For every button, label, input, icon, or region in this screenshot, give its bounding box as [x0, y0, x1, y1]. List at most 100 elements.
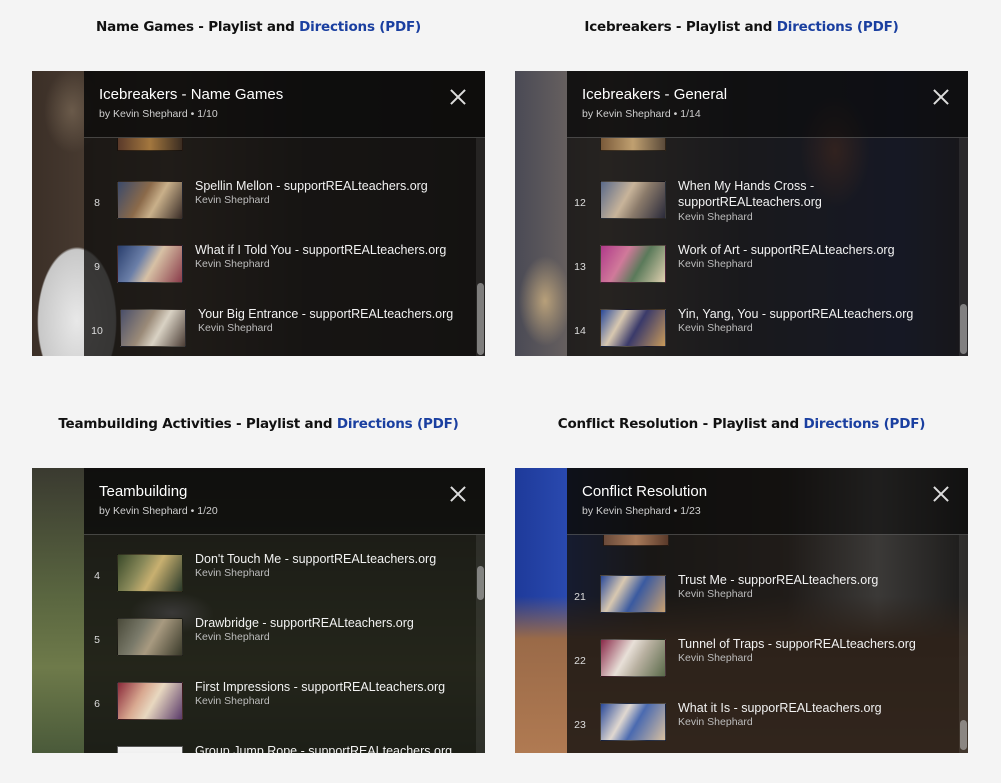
video-title[interactable]: What it Is - supporREALteachers.org [678, 700, 958, 716]
video-author: Kevin Shephard [195, 631, 270, 643]
video-author: Kevin Shephard [678, 211, 753, 223]
scrollbar-thumb[interactable] [477, 566, 484, 600]
close-icon[interactable] [933, 89, 949, 105]
video-thumbnail[interactable] [117, 245, 183, 283]
playlist-meta: by Kevin Shephard • 1/20 [99, 505, 218, 517]
playlist-item[interactable]: 8 Spellin Mellon - supportREALteachers.o… [84, 177, 475, 233]
video-thumbnail[interactable] [117, 618, 183, 656]
close-icon[interactable] [450, 486, 466, 502]
video-author: Kevin Shephard [198, 322, 273, 334]
item-index: 22 [574, 655, 586, 667]
playlist-embed-icebreakers[interactable]: Icebreakers - General by Kevin Shephard … [515, 71, 968, 356]
playlist-item[interactable]: 23 What it Is - supporREALteachers.org K… [567, 699, 958, 753]
item-index: 14 [574, 325, 586, 337]
close-icon[interactable] [933, 486, 949, 502]
video-thumbnail[interactable] [600, 703, 666, 741]
directions-pdf-link[interactable]: Directions (PDF) [299, 19, 421, 35]
section-heading-conflict-resolution: Conflict Resolution - Playlist and Direc… [515, 416, 968, 432]
scrollbar[interactable] [476, 535, 485, 753]
playlist-panel: Teambuilding by Kevin Shephard • 1/20 4 … [84, 468, 485, 753]
playlist-embed-name-games[interactable]: Icebreakers - Name Games by Kevin Shepha… [32, 71, 485, 356]
item-index: 6 [94, 698, 100, 710]
item-index: 5 [94, 634, 100, 646]
item-index: 9 [94, 261, 100, 273]
directions-pdf-link[interactable]: Directions (PDF) [337, 416, 459, 432]
playlist-embed-teambuilding[interactable]: Teambuilding by Kevin Shephard • 1/20 4 … [32, 468, 485, 753]
playlist-header: Teambuilding by Kevin Shephard • 1/20 [84, 468, 485, 535]
video-title[interactable]: First Impressions - supportREALteachers.… [195, 679, 475, 695]
video-title[interactable]: Spellin Mellon - supportREALteachers.org [195, 178, 475, 194]
scrollbar-thumb[interactable] [477, 283, 484, 355]
video-title[interactable]: Tunnel of Traps - supporREALteachers.org [678, 636, 958, 652]
scrollbar[interactable] [476, 138, 485, 356]
video-title[interactable]: Yin, Yang, You - supportREALteachers.org [678, 306, 958, 322]
scrollbar[interactable] [959, 535, 968, 753]
playlist-meta: by Kevin Shephard • 1/23 [582, 505, 701, 517]
video-thumbnail[interactable] [600, 639, 666, 677]
playlist-embed-conflict-resolution[interactable]: Conflict Resolution by Kevin Shephard • … [515, 468, 968, 753]
video-author: Kevin Shephard [678, 716, 753, 728]
playlist-title: Conflict Resolution [582, 483, 708, 500]
item-index: 13 [574, 261, 586, 273]
scrollbar-thumb[interactable] [960, 720, 967, 750]
video-title[interactable]: What if I Told You - supportREALteachers… [195, 242, 475, 258]
playlist-item[interactable]: 5 Drawbridge - supportREALteachers.org K… [84, 614, 475, 670]
playlist-item[interactable]: 13 Work of Art - supportREALteachers.org… [567, 241, 958, 297]
heading-text: Teambuilding Activities - Playlist and [58, 416, 337, 432]
scrollbar[interactable] [959, 138, 968, 356]
video-thumbnail[interactable] [117, 138, 183, 151]
video-thumbnail[interactable] [603, 535, 669, 546]
item-index: 23 [574, 719, 586, 731]
playlist-title: Teambuilding [99, 483, 188, 500]
section-heading-name-games: Name Games - Playlist and Directions (PD… [32, 19, 485, 35]
playlist-panel: Conflict Resolution by Kevin Shephard • … [567, 468, 968, 753]
playlist-item[interactable]: 12 When My Hands Cross - supportREALteac… [567, 177, 958, 233]
playlist-item[interactable]: 10 Your Big Entrance - supportREALteache… [84, 305, 475, 356]
video-thumbnail[interactable] [120, 309, 186, 347]
video-author: Kevin Shephard [678, 588, 753, 600]
video-thumbnail[interactable] [117, 181, 183, 219]
video-thumbnail[interactable] [117, 682, 183, 720]
video-title[interactable]: When My Hands Cross - supportREALteacher… [678, 178, 838, 210]
heading-text: Name Games - Playlist and [96, 19, 300, 35]
directions-pdf-link[interactable]: Directions (PDF) [803, 416, 925, 432]
playlist-title: Icebreakers - General [582, 86, 728, 103]
item-index: 4 [94, 570, 100, 582]
heading-text: Conflict Resolution - Playlist and [557, 416, 804, 432]
playlist-item[interactable]: 6 First Impressions - supportREALteacher… [84, 678, 475, 734]
playlist-item[interactable]: 4 Don't Touch Me - supportREALteachers.o… [84, 550, 475, 606]
video-author: Kevin Shephard [195, 567, 270, 579]
scrollbar-thumb[interactable] [960, 304, 967, 354]
playlist-panel: Icebreakers - General by Kevin Shephard … [567, 71, 968, 356]
video-title[interactable]: Group Jump Rope - supportREALteachers.or… [195, 743, 475, 753]
video-title[interactable]: Trust Me - supporREALteachers.org [678, 572, 958, 588]
video-thumbnail[interactable] [600, 181, 666, 219]
playlist-header: Icebreakers - Name Games by Kevin Shepha… [84, 71, 485, 138]
video-thumbnail[interactable] [117, 554, 183, 592]
playlist-item[interactable]: Group Jump Rope - supportREALteachers.or… [84, 742, 475, 753]
playlist-title: Icebreakers - Name Games [99, 86, 284, 103]
playlist-item[interactable]: 21 Trust Me - supporREALteachers.org Kev… [567, 571, 958, 627]
item-index: 12 [574, 197, 586, 209]
playlist-item[interactable]: 22 Tunnel of Traps - supporREALteachers.… [567, 635, 958, 691]
video-author: Kevin Shephard [195, 258, 270, 270]
playlist-item[interactable]: 9 What if I Told You - supportREALteache… [84, 241, 475, 297]
video-title[interactable]: Don't Touch Me - supportREALteachers.org [195, 551, 475, 567]
playlist-item[interactable]: 14 Yin, Yang, You - supportREALteachers.… [567, 305, 958, 356]
directions-pdf-link[interactable]: Directions (PDF) [777, 19, 899, 35]
item-index: 10 [91, 325, 103, 337]
playlist-meta: by Kevin Shephard • 1/14 [582, 108, 701, 120]
video-title[interactable]: Work of Art - supportREALteachers.org [678, 242, 958, 258]
video-thumbnail[interactable] [600, 138, 666, 151]
section-heading-teambuilding: Teambuilding Activities - Playlist and D… [32, 416, 485, 432]
video-thumbnail[interactable] [600, 575, 666, 613]
item-index: 21 [574, 591, 586, 603]
video-thumbnail[interactable] [600, 245, 666, 283]
close-icon[interactable] [450, 89, 466, 105]
video-title[interactable]: Your Big Entrance - supportREALteachers.… [198, 306, 478, 322]
video-title[interactable]: Drawbridge - supportREALteachers.org [195, 615, 475, 631]
video-thumbnail[interactable] [117, 746, 183, 753]
video-thumbnail[interactable] [600, 309, 666, 347]
playlist-header: Conflict Resolution by Kevin Shephard • … [567, 468, 968, 535]
video-author: Kevin Shephard [678, 322, 753, 334]
